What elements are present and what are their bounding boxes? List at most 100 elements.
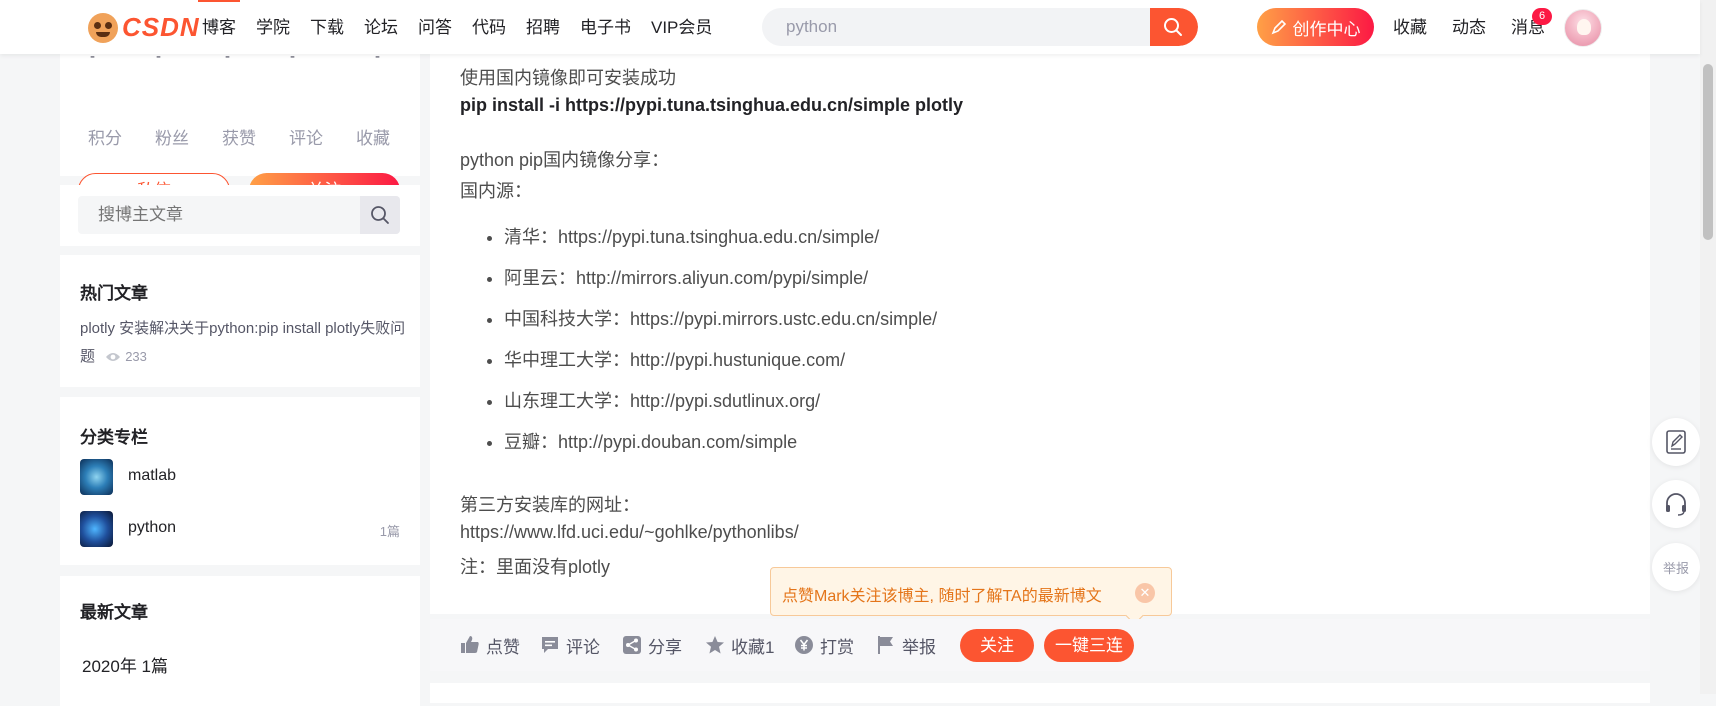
latest-articles-title: 最新文章	[80, 603, 148, 622]
main-nav: 博客 学院 下载 论坛 问答 代码 招聘 电子书 VIP会员	[192, 0, 722, 54]
article-paragraph: 注：里面没有plotly	[460, 557, 611, 577]
article-command: pip install -i https://pypi.tuna.tsinghu…	[460, 95, 964, 115]
latest-articles-card: 最新文章 2020年 1篇	[60, 576, 420, 706]
triple-action-button[interactable]: 一键三连	[1044, 629, 1134, 662]
report-button[interactable]: 举报	[876, 619, 936, 671]
mirror-item: 清华：https://pypi.tuna.tsinghua.edu.cn/sim…	[504, 225, 937, 266]
blog-search-button[interactable]	[360, 196, 400, 234]
collect-label: 收藏1	[731, 637, 775, 657]
mirror-item: 中国科技大学：https://pypi.mirrors.ustc.edu.cn/…	[504, 307, 937, 348]
blog-search-card	[60, 185, 420, 246]
nav-item-ebook[interactable]: 电子书	[570, 0, 641, 54]
like-label: 点赞	[486, 637, 520, 657]
nav-item-jobs[interactable]: 招聘	[516, 0, 570, 54]
reward-button[interactable]: 打赏	[794, 619, 854, 671]
article-content: 使用国内镜像即可安装成功 pip install -i https://pypi…	[430, 54, 1650, 614]
user-avatar[interactable]	[1564, 9, 1602, 47]
nav-item-academy[interactable]: 学院	[246, 0, 300, 54]
comment-button[interactable]: 评论	[540, 619, 600, 671]
nav-item-download[interactable]: 下载	[300, 0, 354, 54]
article-paragraph: 第三方安装库的网址：	[460, 495, 640, 515]
categories-card: 分类专栏 matlab python 1篇	[60, 397, 420, 565]
toolbar-follow-button[interactable]: 关注	[960, 629, 1034, 662]
archive-year[interactable]: 2020年 1篇	[82, 652, 168, 677]
category-thumbnail	[80, 511, 113, 547]
headset-icon	[1666, 493, 1686, 516]
categories-title: 分类专栏	[80, 428, 148, 447]
create-center-label: 创作中心	[1292, 19, 1361, 39]
collect-button[interactable]: 收藏1	[705, 619, 774, 671]
category-item-python[interactable]: python 1篇	[80, 511, 400, 547]
report-float-label: 举报	[1662, 560, 1689, 576]
article-link[interactable]: https://www.lfd.uci.edu/~gohlke/pythonli…	[460, 522, 799, 543]
top-link-collections[interactable]: 收藏	[1393, 0, 1427, 54]
logo-mascot-icon	[88, 12, 118, 43]
tooltip-text: 点赞Mark关注该博主, 随时了解TA的最新博文	[782, 588, 1102, 605]
like-button[interactable]: 点赞	[460, 619, 520, 671]
report-float-button[interactable]: 举报	[1652, 543, 1700, 591]
nav-item-vip[interactable]: VIP会员	[641, 0, 722, 54]
article-toolbar: 点赞 评论 分享 收藏1 打赏 举报 关注 一键三连	[430, 619, 1650, 671]
mirror-item: 豆瓣：http://pypi.douban.com/simple	[504, 430, 937, 471]
eye-icon	[106, 353, 121, 362]
site-search-button[interactable]	[1150, 8, 1198, 46]
comment-label: 评论	[566, 637, 600, 657]
thumbs-up-icon	[461, 636, 479, 653]
hot-article-link[interactable]: plotly 安装解决关于python:pip install plotly失败…	[80, 315, 410, 371]
category-name: matlab	[128, 467, 177, 484]
category-thumbnail	[80, 459, 113, 495]
blog-search-input[interactable]	[78, 196, 360, 234]
stat-label-likes[interactable]: 获赞	[222, 124, 256, 149]
site-search-input[interactable]	[762, 8, 1152, 46]
stat-label-fans[interactable]: 粉丝	[155, 124, 189, 149]
hot-articles-title: 热门文章	[80, 284, 148, 303]
nav-item-qa[interactable]: 问答	[408, 0, 462, 54]
message-count-badge: 6	[1532, 8, 1552, 25]
pen-icon	[1271, 19, 1286, 35]
stat-label-points[interactable]: 积分	[88, 124, 122, 149]
report-label: 举报	[902, 637, 936, 657]
logo-text: CSDN	[122, 12, 200, 42]
article-paragraph: python pip国内镜像分享：	[460, 150, 670, 170]
search-icon	[371, 206, 389, 224]
view-count-value: 233	[125, 349, 147, 365]
top-link-activity[interactable]: 动态	[1452, 0, 1486, 54]
share-icon	[623, 636, 641, 654]
stat-label-collections[interactable]: 收藏	[356, 124, 390, 149]
star-icon	[706, 636, 724, 654]
page-scrollbar[interactable]	[1700, 0, 1716, 694]
yuan-coin-icon	[795, 636, 813, 654]
flag-icon	[878, 636, 893, 654]
mirror-item: 山东理工大学：http://pypi.sdutlinux.org/	[504, 389, 937, 430]
next-section-edge	[430, 683, 1650, 703]
follow-tip-tooltip: 点赞Mark关注该博主, 随时了解TA的最新博文 ✕	[770, 567, 1172, 616]
article-paragraph: 国内源：	[460, 181, 532, 201]
write-note-button[interactable]	[1652, 418, 1700, 466]
category-item-matlab[interactable]: matlab	[80, 459, 400, 495]
category-count: 1篇	[379, 524, 400, 539]
create-center-button[interactable]: 创作中心	[1257, 8, 1374, 46]
author-stats-card: - - - - - 积分 粉丝 获赞 评论 收藏 私信 关注	[60, 48, 420, 208]
category-name: python	[128, 519, 177, 536]
article-paragraph: 使用国内镜像即可安装成功	[460, 68, 676, 88]
mirror-list: 清华：https://pypi.tuna.tsinghua.edu.cn/sim…	[486, 225, 937, 471]
comment-icon	[542, 637, 558, 653]
nav-item-forum[interactable]: 论坛	[354, 0, 408, 54]
csdn-logo[interactable]: CSDN	[88, 12, 200, 43]
reward-label: 打赏	[820, 637, 854, 657]
nav-item-blog[interactable]: 博客	[192, 0, 246, 54]
blog-search	[78, 196, 400, 234]
hot-articles-card: 热门文章 plotly 安装解决关于python:pip install plo…	[60, 255, 420, 387]
site-search	[762, 8, 1198, 46]
search-icon	[1164, 18, 1182, 36]
scrollbar-thumb[interactable]	[1703, 64, 1713, 240]
notebook-edit-icon	[1666, 430, 1686, 454]
customer-service-button[interactable]	[1652, 480, 1700, 528]
view-count: 233	[105, 343, 147, 371]
share-button[interactable]: 分享	[622, 619, 682, 671]
close-icon[interactable]: ✕	[1135, 583, 1155, 603]
mirror-item: 阿里云：http://mirrors.aliyun.com/pypi/simpl…	[504, 266, 937, 307]
stat-label-comments[interactable]: 评论	[289, 124, 323, 149]
nav-item-code[interactable]: 代码	[462, 0, 516, 54]
top-navigation-bar: CSDN 博客 学院 下载 论坛 问答 代码 招聘 电子书 VIP会员 创作中心…	[0, 0, 1700, 54]
